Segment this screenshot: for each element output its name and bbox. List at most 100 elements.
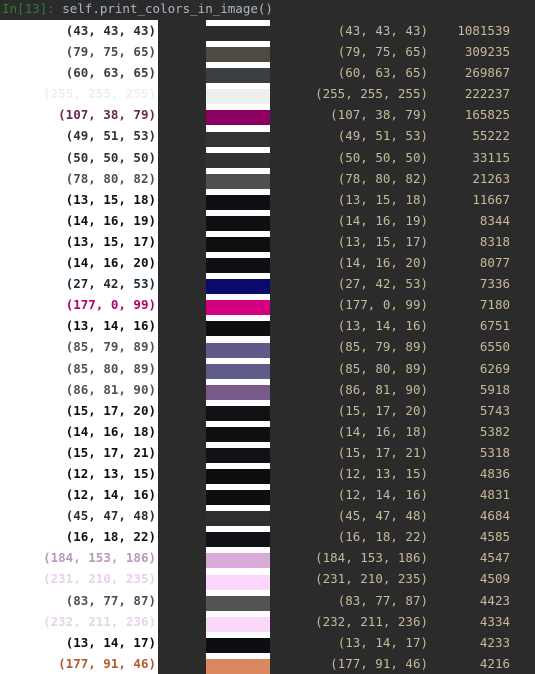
color-row: (79, 75, 65) (79, 75, 65) 309235 bbox=[0, 41, 535, 63]
color-swatch bbox=[206, 188, 270, 210]
color-swatch bbox=[206, 20, 270, 42]
color-tuple: (50, 50, 50) bbox=[337, 149, 428, 165]
pixel-count: 4585 bbox=[479, 529, 510, 545]
pixel-count: 5318 bbox=[479, 444, 510, 460]
color-row: (13, 15, 17) (13, 15, 17) 8318 bbox=[0, 230, 535, 253]
color-list: (43, 43, 43) (43, 43, 43) 1081539 (79, 75… bbox=[0, 20, 535, 674]
pixel-count: 5382 bbox=[479, 423, 510, 439]
color-label: (85, 79, 89) bbox=[0, 336, 158, 358]
color-label: (85, 80, 89) bbox=[0, 357, 158, 379]
color-swatch bbox=[206, 83, 270, 105]
color-label: (184, 153, 186) bbox=[0, 547, 158, 569]
color-row: (184, 153, 186) (184, 153, 186) 4547 bbox=[0, 547, 535, 569]
color-tuple: (86, 81, 90) bbox=[337, 381, 428, 397]
swatch-fill bbox=[206, 469, 270, 485]
color-row: (13, 14, 17) (13, 14, 17) 4233 bbox=[0, 631, 535, 653]
color-row: (15, 17, 20) (15, 17, 20) 5743 bbox=[0, 399, 535, 421]
pixel-count: 222237 bbox=[464, 86, 510, 102]
color-label: (13, 14, 16) bbox=[0, 315, 158, 337]
pixel-count: 4334 bbox=[479, 613, 510, 629]
swatch-fill bbox=[206, 300, 270, 316]
color-swatch bbox=[206, 462, 270, 485]
swatch-fill bbox=[206, 258, 270, 274]
swatch-fill bbox=[206, 384, 270, 400]
color-swatch bbox=[206, 315, 270, 337]
color-label: (13, 15, 18) bbox=[0, 188, 158, 210]
color-swatch bbox=[206, 589, 270, 611]
color-swatch bbox=[206, 41, 270, 63]
color-swatch bbox=[206, 357, 270, 379]
pixel-count: 165825 bbox=[464, 107, 510, 123]
pixel-count: 309235 bbox=[464, 44, 510, 60]
pixel-count: 4233 bbox=[479, 634, 510, 650]
color-label: (50, 50, 50) bbox=[0, 146, 158, 168]
color-tuple: (14, 16, 20) bbox=[337, 255, 428, 271]
pixel-count: 4423 bbox=[479, 592, 510, 608]
color-row: (85, 80, 89) (85, 80, 89) 6269 bbox=[0, 357, 535, 379]
swatch-fill bbox=[206, 595, 270, 611]
color-swatch bbox=[206, 505, 270, 527]
swatch-fill bbox=[206, 405, 270, 421]
color-tuple: (43, 43, 43) bbox=[337, 23, 428, 38]
command-text: self.print_colors_in_image() bbox=[54, 1, 273, 16]
color-label: (15, 17, 21) bbox=[0, 441, 158, 463]
color-label: (12, 13, 15) bbox=[0, 462, 158, 485]
color-swatch bbox=[206, 336, 270, 358]
color-label: (13, 14, 17) bbox=[0, 631, 158, 653]
swatch-fill bbox=[206, 237, 270, 253]
color-tuple: (16, 18, 22) bbox=[337, 529, 428, 545]
color-row: (177, 0, 99) (177, 0, 99) 7180 bbox=[0, 294, 535, 316]
color-row: (86, 81, 90) (86, 81, 90) 5918 bbox=[0, 378, 535, 400]
input-cell[interactable]: In[13]: self.print_colors_in_image() bbox=[0, 0, 535, 20]
color-row: (83, 77, 87) (83, 77, 87) 4423 bbox=[0, 589, 535, 611]
color-tuple: (13, 14, 16) bbox=[337, 318, 428, 334]
swatch-fill bbox=[206, 490, 270, 506]
pixel-count: 4684 bbox=[479, 508, 510, 524]
swatch-fill bbox=[206, 279, 270, 295]
color-tuple: (107, 38, 79) bbox=[330, 107, 428, 123]
color-row: (14, 16, 19) (14, 16, 19) 8344 bbox=[0, 209, 535, 231]
color-swatch bbox=[206, 294, 270, 316]
pixel-count: 6550 bbox=[479, 339, 510, 355]
color-tuple: (15, 17, 21) bbox=[337, 444, 428, 460]
color-swatch bbox=[206, 610, 270, 632]
color-label: (27, 42, 53) bbox=[0, 273, 158, 295]
swatch-fill bbox=[206, 68, 270, 84]
color-swatch bbox=[206, 568, 270, 590]
color-tuple: (27, 42, 53) bbox=[337, 276, 428, 292]
color-tuple: (232, 211, 236) bbox=[315, 613, 428, 629]
color-label: (78, 80, 82) bbox=[0, 167, 158, 189]
swatch-fill bbox=[206, 173, 270, 189]
swatch-fill bbox=[206, 616, 270, 632]
swatch-fill bbox=[206, 321, 270, 337]
color-row: (27, 42, 53) (27, 42, 53) 7336 bbox=[0, 273, 535, 295]
color-row: (45, 47, 48) (45, 47, 48) 4684 bbox=[0, 505, 535, 527]
color-row: (14, 16, 18) (14, 16, 18) 5382 bbox=[0, 420, 535, 442]
color-row: (13, 15, 18) (13, 15, 18) 11667 bbox=[0, 188, 535, 210]
pixel-count: 33115 bbox=[472, 149, 510, 165]
swatch-fill bbox=[206, 26, 270, 42]
pixel-count: 6269 bbox=[479, 360, 510, 376]
color-label: (45, 47, 48) bbox=[0, 505, 158, 527]
swatch-fill bbox=[206, 447, 270, 463]
color-label: (177, 0, 99) bbox=[0, 294, 158, 316]
color-swatch bbox=[206, 441, 270, 463]
color-row: (14, 16, 20) (14, 16, 20) 8077 bbox=[0, 252, 535, 274]
color-label: (14, 16, 19) bbox=[0, 209, 158, 231]
swatch-fill bbox=[206, 553, 270, 569]
color-swatch bbox=[206, 631, 270, 653]
color-row: (177, 91, 46) (177, 91, 46) 4216 bbox=[0, 652, 535, 674]
swatch-fill bbox=[206, 511, 270, 527]
color-label: (14, 16, 18) bbox=[0, 420, 158, 442]
swatch-fill bbox=[206, 131, 270, 147]
pixel-count: 4216 bbox=[479, 655, 510, 671]
swatch-fill bbox=[206, 89, 270, 105]
color-tuple: (13, 14, 17) bbox=[337, 634, 428, 650]
color-swatch bbox=[206, 167, 270, 189]
color-label: (14, 16, 20) bbox=[0, 252, 158, 274]
color-tuple: (177, 0, 99) bbox=[337, 297, 428, 313]
color-tuple: (13, 15, 17) bbox=[337, 233, 428, 249]
pixel-count: 7180 bbox=[479, 297, 510, 313]
color-tuple: (13, 15, 18) bbox=[337, 191, 428, 207]
color-label: (49, 51, 53) bbox=[0, 125, 158, 147]
